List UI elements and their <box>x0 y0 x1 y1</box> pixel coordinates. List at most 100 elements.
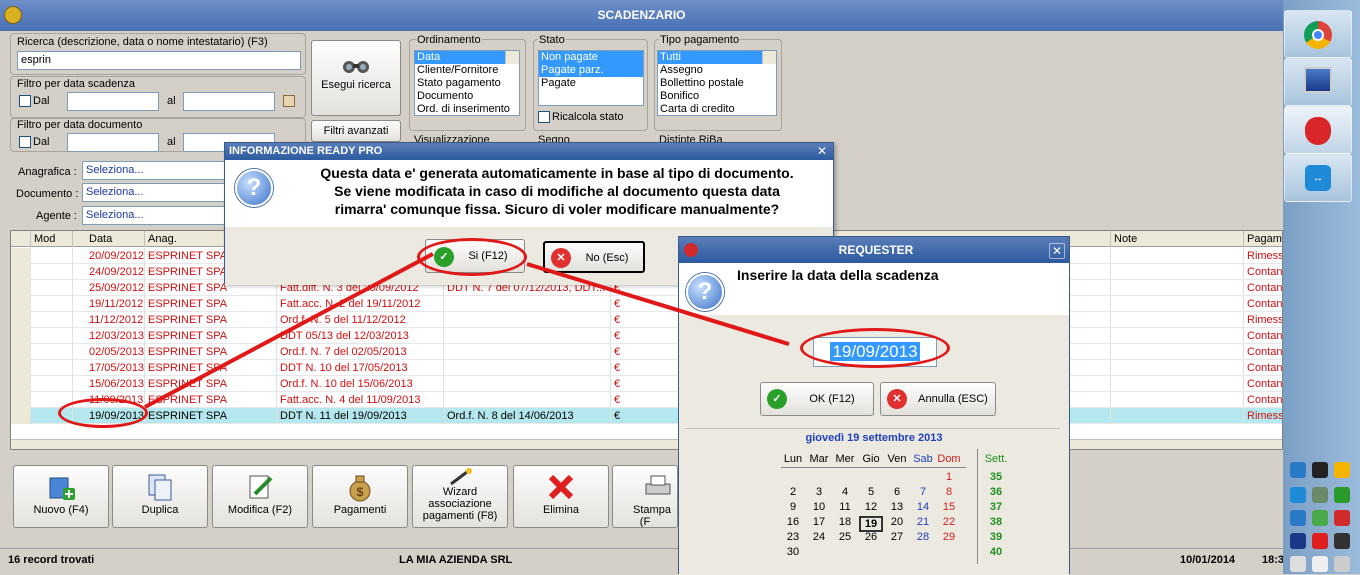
calendar-day[interactable]: 22 <box>937 516 961 528</box>
payment-type-option[interactable]: Tutti <box>658 51 776 64</box>
doc-date-from-input[interactable] <box>67 133 159 152</box>
filter-due-date-checkbox[interactable] <box>19 95 31 107</box>
filter-doc-date-checkbox[interactable] <box>19 136 31 148</box>
calendar-day[interactable]: 12 <box>859 501 883 513</box>
tray-display-icon[interactable] <box>1334 533 1350 549</box>
wizard-button[interactable]: Wizard associazione pagamenti (F8) <box>412 465 508 528</box>
close-icon[interactable]: ✕ <box>1049 243 1065 259</box>
calendar-day[interactable]: 3 <box>807 486 831 498</box>
taskbar-readypro-button[interactable] <box>1284 106 1352 154</box>
tray-pdf-icon[interactable] <box>1312 533 1328 549</box>
no-button[interactable]: ✕ No (Esc) <box>543 241 645 273</box>
table-row[interactable]: 11/09/2013 ESPRINET SPA Fatt.acc. N. 4 del… <box>11 392 1282 408</box>
tray-alert-icon[interactable] <box>1334 510 1350 526</box>
tray-cloud-icon[interactable] <box>1290 462 1306 478</box>
payment-type-option[interactable]: Assegno <box>658 64 776 77</box>
calendar-day[interactable]: 7 <box>911 486 935 498</box>
calendar-day[interactable]: 29 <box>937 531 961 543</box>
header-note[interactable]: Note <box>1111 231 1244 247</box>
anagrafica-select[interactable]: Seleziona... <box>82 161 242 180</box>
payment-type-option[interactable]: Carta di credito <box>658 103 776 115</box>
tray-volume-icon[interactable] <box>1334 556 1350 572</box>
payment-type-option[interactable]: Bollettino postale <box>658 77 776 90</box>
table-row[interactable]: 02/05/2013 ESPRINET SPA Ord.f. N. 7 del 02… <box>11 344 1282 360</box>
calendar-day[interactable]: 11 <box>833 501 857 513</box>
calendar-day[interactable]: 5 <box>859 486 883 498</box>
calendar-day[interactable]: 24 <box>807 531 831 543</box>
ok-button[interactable]: ✓ OK (F12) <box>760 382 874 416</box>
header-data[interactable]: Data <box>73 231 145 247</box>
tray-check-icon[interactable] <box>1312 510 1328 526</box>
advanced-filters-button[interactable]: Filtri avanzati <box>311 120 401 142</box>
agente-select[interactable]: Seleziona... <box>82 206 242 225</box>
tray-security-icon[interactable] <box>1312 487 1328 503</box>
status-option[interactable]: Pagate parz. <box>539 64 643 77</box>
payments-button[interactable]: $ Pagamenti <box>312 465 408 528</box>
sort-option[interactable]: Stato pagamento <box>415 77 519 90</box>
calendar-day[interactable]: 13 <box>885 501 909 513</box>
sort-option[interactable]: Cliente/Fornitore <box>415 64 519 77</box>
calendar-day[interactable]: 4 <box>833 486 857 498</box>
edit-button[interactable]: Modifica (F2) <box>212 465 308 528</box>
table-row[interactable]: 19/09/2013 ESPRINET SPA DDT N. 11 del 19/0… <box>11 408 1282 424</box>
calendar-day[interactable]: 15 <box>937 501 961 513</box>
tray-network-icon[interactable] <box>1290 510 1306 526</box>
tray-sync-icon[interactable] <box>1334 487 1350 503</box>
print-button[interactable]: Stampa (F <box>612 465 678 528</box>
delete-button[interactable]: Elimina <box>513 465 609 528</box>
calendar-day[interactable]: 23 <box>781 531 805 543</box>
calendar-day[interactable]: 6 <box>885 486 909 498</box>
search-button[interactable]: Esegui ricerca <box>311 40 401 116</box>
documento-select[interactable]: Seleziona... <box>82 183 242 202</box>
calendar-day[interactable]: 19 <box>859 516 883 532</box>
tray-drive-icon[interactable] <box>1334 462 1350 478</box>
calendar-day[interactable]: 18 <box>833 516 857 528</box>
calendar-day[interactable]: 1 <box>937 471 961 483</box>
payment-type-listbox[interactable]: Tutti Assegno Bollettino postale Bonific… <box>657 50 777 116</box>
calendar-day[interactable]: 8 <box>937 486 961 498</box>
calendar-day[interactable]: 27 <box>885 531 909 543</box>
status-listbox[interactable]: Non pagate Pagate parz. Pagate <box>538 50 644 106</box>
calendar-day[interactable]: 21 <box>911 516 935 528</box>
horizontal-scrollbar[interactable] <box>11 439 1282 449</box>
duplicate-button[interactable]: Duplica <box>112 465 208 528</box>
sort-option[interactable]: Documento <box>415 90 519 103</box>
table-row[interactable]: 12/03/2013 ESPRINET SPA DDT 05/13 del 12/0… <box>11 328 1282 344</box>
taskbar-remote-button[interactable] <box>1284 58 1352 106</box>
close-icon[interactable]: ✕ <box>815 144 829 158</box>
calendar-day[interactable]: 30 <box>781 546 805 558</box>
table-row[interactable]: 11/12/2012 ESPRINET SPA Ord.f. N. 5 del 11… <box>11 312 1282 328</box>
calendar-day[interactable]: 14 <box>911 501 935 513</box>
due-date-to-input[interactable] <box>183 92 275 111</box>
calendar-day[interactable]: 20 <box>885 516 909 528</box>
payment-type-option[interactable]: Bonifico <box>658 90 776 103</box>
payment-type-scrollbar[interactable] <box>762 51 776 64</box>
sort-scrollbar[interactable] <box>505 51 519 64</box>
sort-listbox[interactable]: Data Cliente/Fornitore Stato pagamento D… <box>414 50 520 116</box>
sort-option[interactable]: Ord. di inserimento <box>415 103 519 115</box>
tray-monitor-icon[interactable] <box>1290 533 1306 549</box>
calendar-icon[interactable] <box>283 95 295 107</box>
status-option[interactable]: Non pagate <box>539 51 643 64</box>
tray-flag-icon[interactable] <box>1290 556 1306 572</box>
sort-option[interactable]: Data <box>415 51 519 64</box>
status-option[interactable]: Pagate <box>539 77 643 90</box>
taskbar-teamviewer-button[interactable]: ↔ <box>1284 154 1352 202</box>
calendar-day[interactable]: 2 <box>781 486 805 498</box>
new-button[interactable]: Nuovo (F4) <box>13 465 109 528</box>
tray-teamviewer-icon[interactable] <box>1290 487 1306 503</box>
calendar-day[interactable]: 17 <box>807 516 831 528</box>
calendar-day[interactable]: 10 <box>807 501 831 513</box>
annulla-button[interactable]: ✕ Annulla (ESC) <box>880 382 996 416</box>
calendar-day[interactable]: 16 <box>781 516 805 528</box>
calendar-day[interactable]: 25 <box>833 531 857 543</box>
calendar-day[interactable]: 26 <box>859 531 883 543</box>
tray-app-icon[interactable] <box>1312 462 1328 478</box>
tray-usb-icon[interactable] <box>1312 556 1328 572</box>
recalc-status-checkbox[interactable] <box>538 111 550 123</box>
due-date-from-input[interactable] <box>67 92 159 111</box>
header-mod[interactable]: Mod <box>31 231 73 247</box>
calendar-day[interactable]: 9 <box>781 501 805 513</box>
taskbar-chrome-button[interactable] <box>1284 10 1352 58</box>
calendar-day[interactable]: 28 <box>911 531 935 543</box>
